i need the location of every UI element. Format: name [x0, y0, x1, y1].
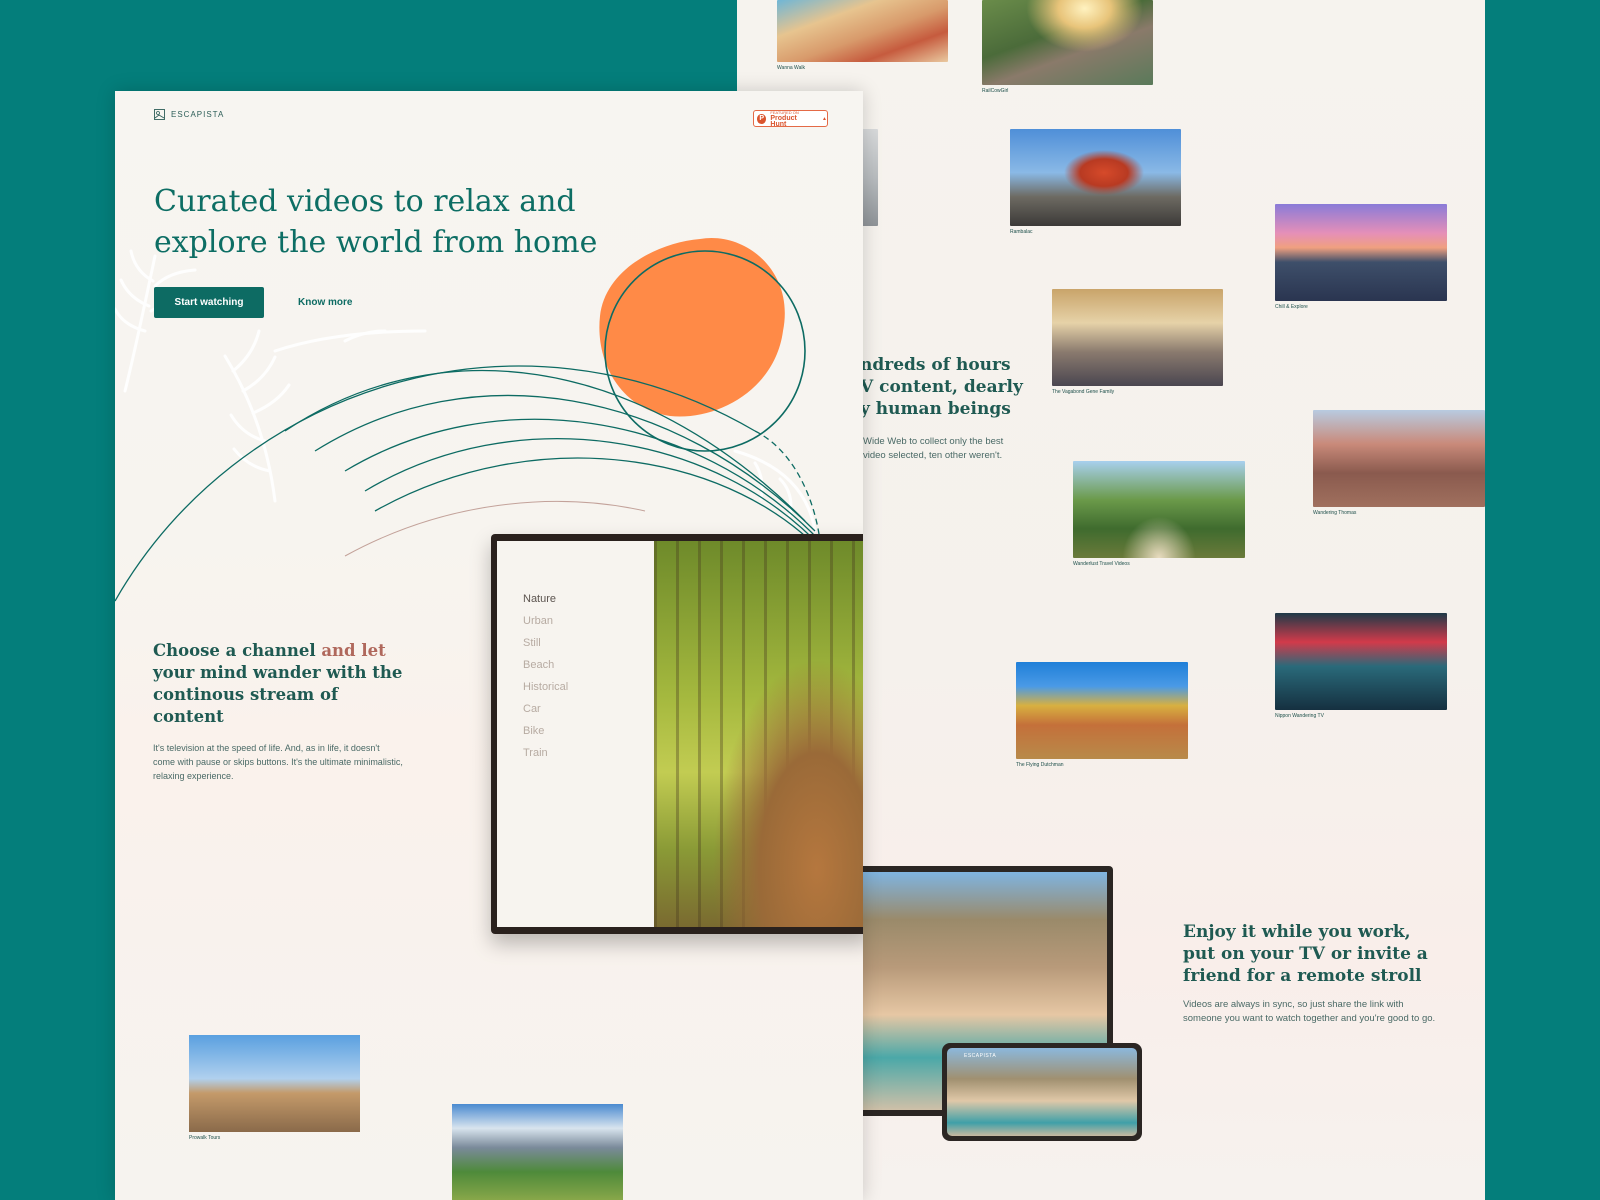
- thumbnail-caption: Wanna Walk: [777, 65, 805, 71]
- forest-video-frame: [654, 541, 863, 927]
- pyramid-image: [189, 1035, 360, 1132]
- video-thumbnail[interactable]: RailCowGirl: [982, 0, 1153, 94]
- street-cafe-image: [1313, 410, 1485, 507]
- pagoda-image: [1010, 129, 1181, 226]
- video-thumbnail[interactable]: Wanderlust Travel Videos: [1073, 461, 1245, 567]
- beach-crowd-image: [777, 0, 948, 62]
- thumbnail-caption: The Flying Dutchman: [1016, 762, 1064, 768]
- start-watching-button[interactable]: Start watching: [154, 287, 264, 318]
- channel-section-paragraph: It's television at the speed of life. An…: [153, 743, 403, 781]
- channel-item-bike[interactable]: Bike: [523, 720, 654, 742]
- thumbnail-caption: Nippon Wandering TV: [1275, 713, 1324, 719]
- alpine-path-image: [452, 1104, 623, 1200]
- channel-menu: Nature Urban Still Beach Historical Car …: [497, 541, 654, 927]
- thumbnail-caption: Wandering Thomas: [1313, 510, 1357, 516]
- channel-section-heading: Choose a channel and let your mind wande…: [153, 640, 403, 728]
- heading-accent-text: and let: [321, 641, 386, 660]
- video-thumbnail[interactable]: [452, 1104, 623, 1200]
- channel-item-nature[interactable]: Nature: [523, 588, 654, 610]
- channel-item-car[interactable]: Car: [523, 698, 654, 720]
- sync-section-heading: Enjoy it while you work, put on your TV …: [1183, 922, 1428, 986]
- video-thumbnail[interactable]: Nippon Wandering TV: [1275, 613, 1447, 719]
- railway-valley-image: [982, 0, 1153, 85]
- section-paragraph-hours: Wide Web to collect only the best video …: [863, 436, 1004, 461]
- video-thumbnail[interactable]: Chill & Explore: [1275, 204, 1447, 310]
- video-thumbnail[interactable]: Prowalk Tours: [189, 1035, 360, 1141]
- upvote-icon: ▲: [822, 115, 827, 122]
- channel-item-urban[interactable]: Urban: [523, 610, 654, 632]
- product-hunt-icon: P: [757, 113, 767, 124]
- channel-item-beach[interactable]: Beach: [523, 654, 654, 676]
- thumbnail-caption: The Vagabond Gene Family: [1052, 389, 1115, 395]
- heading-text: your mind wander with the continous stre…: [153, 663, 403, 726]
- landing-page-main: ESCAPISTA P FEATURED ON Product Hunt ▲ C…: [115, 91, 863, 1200]
- channel-item-historical[interactable]: Historical: [523, 676, 654, 698]
- palace-hall-image: [1052, 289, 1223, 386]
- neon-street-image: [1275, 613, 1447, 710]
- video-thumbnail[interactable]: Rambalac: [1010, 129, 1181, 235]
- video-thumbnail[interactable]: The Vagabond Gene Family: [1052, 289, 1223, 395]
- video-thumbnail[interactable]: Wandering Thomas: [1313, 410, 1485, 516]
- painted-hills-image: [1016, 662, 1188, 759]
- channel-item-still[interactable]: Still: [523, 632, 654, 654]
- channel-item-train[interactable]: Train: [523, 742, 654, 764]
- product-hunt-badge[interactable]: P FEATURED ON Product Hunt ▲: [753, 110, 828, 128]
- heading-text: Choose a channel: [153, 641, 322, 660]
- thumbnail-caption: Chill & Explore: [1275, 304, 1308, 310]
- thumbnail-caption: Rambalac: [1010, 229, 1033, 235]
- market-dusk-image: [1275, 204, 1447, 301]
- know-more-link[interactable]: Know more: [298, 287, 352, 318]
- video-thumbnail[interactable]: The Flying Dutchman: [1016, 662, 1188, 768]
- phone-brand-label: ESCAPISTA: [964, 1053, 997, 1059]
- thumbnail-caption: Wanderlust Travel Videos: [1073, 561, 1130, 567]
- brand-logo[interactable]: ESCAPISTA: [154, 109, 224, 120]
- logo-icon: [154, 109, 165, 120]
- thumbnail-caption: Prowalk Tours: [189, 1135, 221, 1141]
- brand-name: ESCAPISTA: [171, 110, 225, 119]
- video-thumbnail[interactable]: Wanna Walk: [777, 0, 948, 71]
- product-hunt-label: Product Hunt: [770, 114, 797, 128]
- sync-section-paragraph: Videos are always in sync, so just share…: [1183, 999, 1436, 1024]
- palm-path-image: [1073, 461, 1245, 558]
- hero-title: Curated videos to relax and explore the …: [154, 184, 598, 260]
- tv-mockup: Nature Urban Still Beach Historical Car …: [491, 534, 863, 934]
- section-heading-hours: ndreds of hours V content, dearly y huma…: [860, 355, 1023, 419]
- thumbnail-caption: RailCowGirl: [982, 88, 1009, 94]
- phone-mockup: ESCAPISTA: [942, 1043, 1142, 1141]
- amalfi-coast-image: [947, 1048, 1137, 1136]
